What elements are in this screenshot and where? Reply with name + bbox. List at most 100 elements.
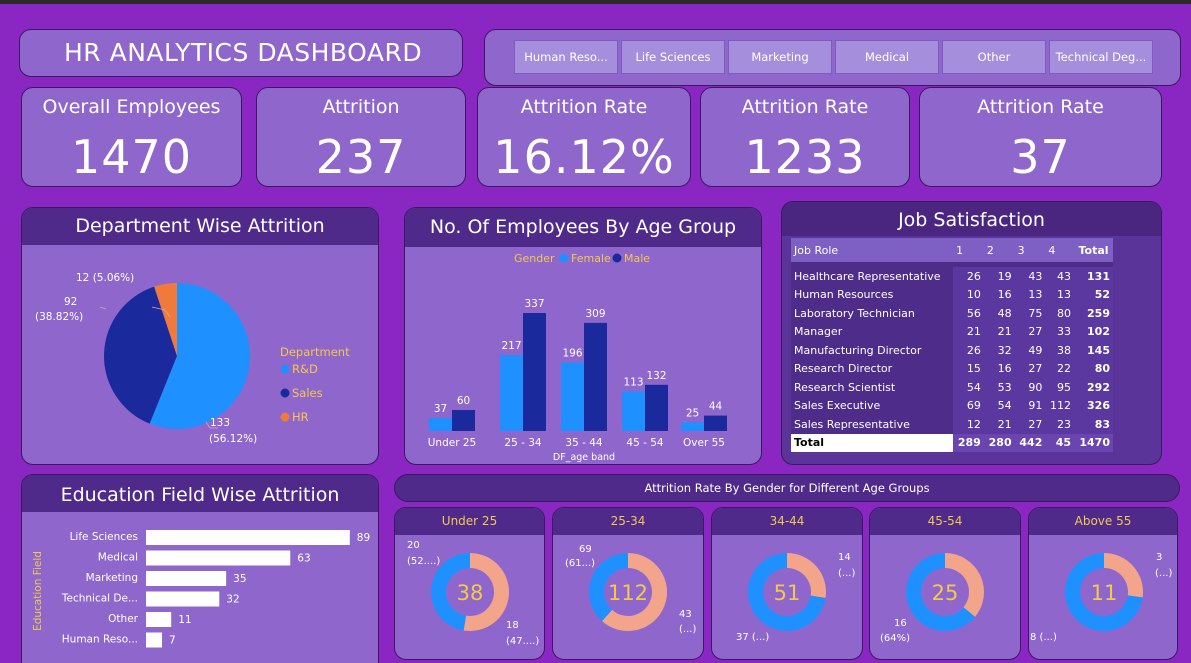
donut-data-label: (64%) <box>880 633 910 644</box>
donut-card: 34-44 51 14 (...) 37 (...) <box>711 507 863 660</box>
pie-label-rd-pct: (56.12%) <box>209 433 257 445</box>
bar-value-male: 60 <box>457 395 470 407</box>
slicer-item[interactable]: Life Sciences <box>621 40 725 74</box>
bar-female[interactable] <box>429 418 452 431</box>
donut-data-label: 43 <box>679 609 692 620</box>
y-tick-label: Technical De... <box>61 593 138 605</box>
legend-male-marker <box>612 253 622 263</box>
donut-data-label: (52....) <box>407 556 440 567</box>
kpi-value: 237 <box>315 130 407 184</box>
donut-center-value: 112 <box>608 581 648 605</box>
table-row: Research Director 15 16 27 22 80 <box>791 359 1113 378</box>
education-field-bar-chart: Education Field Life Sciences 89 Medical 63… <box>32 530 370 648</box>
kpi-value: 37 <box>1010 130 1071 184</box>
table-cell: 1470 <box>1074 433 1113 452</box>
table-cell: 43 <box>1045 267 1075 286</box>
table-row: Human Resources 10 16 13 13 52 <box>791 285 1113 304</box>
kpi-value: 1233 <box>744 130 866 184</box>
table-cell: 280 <box>983 433 1015 452</box>
bar-value-female: 25 <box>686 407 699 419</box>
legend-male-label: Male <box>624 252 650 265</box>
pie-label-hr: 12 (5.06%) <box>76 272 134 284</box>
bar-male[interactable] <box>704 415 727 431</box>
bar[interactable] <box>146 612 172 627</box>
table-cell: 259 <box>1074 304 1113 323</box>
slicer-item[interactable]: Other <box>942 40 1046 74</box>
table-cell: 26 <box>953 341 984 360</box>
bar-female[interactable] <box>681 422 704 431</box>
table-row: Manufacturing Director 26 32 49 38 145 <box>791 341 1113 360</box>
table-cell: 56 <box>953 304 984 323</box>
table-row: Healthcare Representative 26 19 43 43 131 <box>791 267 1113 286</box>
table-cell: Total <box>791 433 954 452</box>
bar[interactable] <box>146 571 227 586</box>
age-group-panel: No. Of Employees By Age Group Gender Fem… <box>404 207 762 465</box>
department-pie-chart: 12 (5.06%) 92 (38.82%) 133 (56.12%) Depa… <box>35 272 350 445</box>
donut-center-value: 11 <box>1091 581 1118 605</box>
title-panel: HR ANALYTICS DASHBOARD <box>19 29 463 77</box>
bar-value-female: 37 <box>434 403 447 415</box>
bar-male[interactable] <box>584 322 607 431</box>
donut-data-label: 18 <box>506 620 519 631</box>
table-cell: Sales Executive <box>791 396 954 415</box>
slicer-item[interactable]: Technical Deg... <box>1049 40 1153 74</box>
panel-title: Job Satisfaction <box>782 202 1161 236</box>
bar[interactable] <box>146 632 163 648</box>
table-cell: Laboratory Technician <box>791 304 954 323</box>
donut-card-title: 45-54 <box>870 508 1020 535</box>
table-cell: Research Scientist <box>791 378 954 397</box>
education-field-slicer: Human Reso... Life Sciences Marketing Me… <box>484 29 1181 86</box>
donut-center-value: 51 <box>774 581 801 605</box>
bar[interactable] <box>146 591 220 607</box>
panel-title: No. Of Employees By Age Group <box>405 208 761 247</box>
table-cell: 3 <box>1014 238 1046 262</box>
bar-value-female: 217 <box>501 340 521 352</box>
table-cell: 292 <box>1074 378 1113 397</box>
donut-data-label: 37 (...) <box>736 632 769 643</box>
bar-value-male: 337 <box>524 298 544 310</box>
slicer-item[interactable]: Marketing <box>728 40 832 74</box>
table-cell: 80 <box>1045 304 1075 323</box>
bar[interactable] <box>146 550 291 566</box>
education-field-panel: Education Field Wise Attrition Education… <box>21 474 379 663</box>
donut-data-label: (...) <box>838 568 855 579</box>
table-cell: 23 <box>1045 415 1075 434</box>
y-tick-label: Medical <box>98 552 138 564</box>
table-cell: 52 <box>1074 285 1113 304</box>
table-cell: 43 <box>1014 267 1046 286</box>
bar-male[interactable] <box>452 410 475 431</box>
table-cell: Manager <box>791 322 954 341</box>
bar-value: 63 <box>297 553 310 565</box>
donut-card-title: 25-34 <box>553 508 703 535</box>
table-cell: Healthcare Representative <box>791 267 954 286</box>
donut-data-label: (61...) <box>565 558 595 569</box>
panel-title: Department Wise Attrition <box>22 208 378 245</box>
donut-card: 25-34 112 69 (61...) 43 (...) <box>552 507 704 660</box>
bar-value-male: 309 <box>585 308 605 320</box>
slicer-item[interactable]: Human Reso... <box>514 40 618 74</box>
table-cell: 13 <box>1014 285 1046 304</box>
bar-female[interactable] <box>561 362 584 431</box>
y-tick-label: Life Sciences <box>70 531 138 543</box>
donut-data-label: 20 <box>407 540 420 551</box>
table-cell: Human Resources <box>791 285 954 304</box>
bar-value: 11 <box>178 614 191 626</box>
bar-value-female: 113 <box>623 376 643 388</box>
bar-male[interactable] <box>523 313 546 431</box>
bar-male[interactable] <box>645 384 668 431</box>
donut-card: Under 25 38 20 (52....) 18 (47....) <box>394 507 545 660</box>
bar[interactable] <box>146 530 350 545</box>
table-cell: 91 <box>1014 396 1046 415</box>
donut-card: 45-54 25 16 (64%) <box>869 507 1021 660</box>
pie-label-sales-pct: (38.82%) <box>35 311 83 323</box>
donut-card-title: Under 25 <box>395 508 544 535</box>
donut-data-label: 8 (...) <box>1030 632 1057 643</box>
donut-chart: 38 20 (52....) 18 (47....) <box>407 540 539 647</box>
slicer-item[interactable]: Medical <box>835 40 939 74</box>
table-cell: 32 <box>983 341 1015 360</box>
table-cell: 145 <box>1074 341 1113 360</box>
donut-data-label: (...) <box>1155 568 1172 579</box>
bar-female[interactable] <box>622 391 645 431</box>
bar-female[interactable] <box>500 355 523 431</box>
window-top-bar <box>0 0 1191 4</box>
